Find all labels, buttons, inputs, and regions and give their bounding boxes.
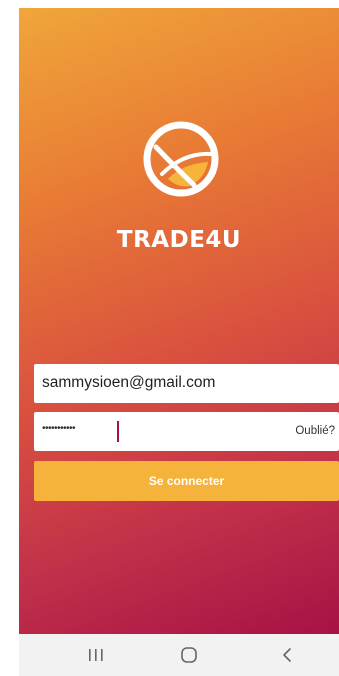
email-field[interactable]: sammysioen@gmail.com — [34, 364, 339, 403]
login-screen: TRADE4U sammysioen@gmail.com •••••••••••… — [19, 8, 339, 634]
password-field[interactable]: ••••••••••• Oublié? — [34, 412, 339, 451]
home-icon[interactable] — [177, 645, 201, 665]
recent-apps-icon[interactable] — [84, 645, 108, 665]
system-navigation-bar — [19, 634, 339, 676]
phone-frame: TRADE4U sammysioen@gmail.com •••••••••••… — [0, 0, 339, 676]
back-icon[interactable] — [275, 645, 299, 665]
password-value: ••••••••••• — [42, 423, 76, 434]
login-button[interactable]: Se connecter — [34, 461, 339, 501]
email-value: sammysioen@gmail.com — [42, 374, 216, 391]
text-caret — [117, 421, 119, 442]
forgot-password-link[interactable]: Oublié? — [295, 425, 335, 437]
brand-name: TRADE4U — [116, 227, 242, 253]
trade4u-logo-icon — [143, 121, 219, 197]
